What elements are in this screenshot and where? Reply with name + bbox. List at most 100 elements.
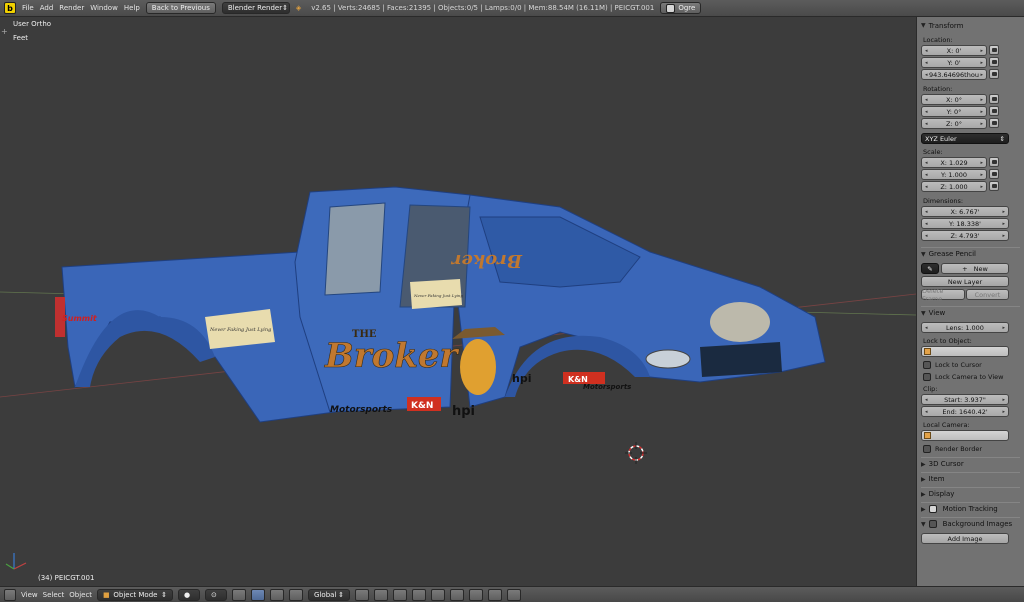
grease-pencil-new-button[interactable]: + New [941, 263, 1009, 274]
location-x-value: X: 0' [946, 46, 962, 55]
cube-icon [924, 432, 931, 439]
snap-toggle-icon[interactable] [450, 588, 465, 601]
background-images-title: Background Images [942, 520, 1013, 528]
lock-icon[interactable] [989, 181, 999, 191]
lock-to-cursor-checkbox[interactable]: Lock to Cursor [923, 361, 1020, 369]
mode-select[interactable]: ■ Object Mode ⇕ [97, 588, 174, 601]
lock-camera-checkbox[interactable]: Lock Camera to View [923, 373, 1020, 381]
dimensions-label: Dimensions: [923, 197, 964, 205]
render-engine-select[interactable]: Blender Render ⇕ [221, 2, 290, 14]
manipulator-toggle-icon[interactable] [232, 588, 247, 601]
location-y-field[interactable]: ◂ Y: 0' ▸ [921, 57, 987, 68]
skull-decal [460, 339, 496, 395]
orientation-select[interactable]: Global ⇕ [308, 588, 351, 601]
editor-type-icon[interactable] [4, 588, 16, 601]
scale-z-field[interactable]: ◂ Z: 1.000 ▸ [921, 181, 987, 192]
pencil-icon[interactable]: ✎ [921, 263, 939, 274]
dimension-y-field[interactable]: ◂ Y: 18.338' ▸ [921, 218, 1009, 229]
add-image-button[interactable]: Add Image [921, 533, 1009, 544]
menu-render[interactable]: Render [59, 4, 84, 12]
lock-icon[interactable] [989, 94, 999, 104]
motorsports-decal: Motorsports [330, 405, 393, 415]
rear-side-window [324, 202, 386, 296]
location-z-field[interactable]: ◂ 943.64696thou ▸ [921, 69, 987, 80]
menu-view[interactable]: View [21, 591, 38, 599]
arrow-right-icon: ▸ [980, 47, 983, 54]
dimension-z-field[interactable]: ◂ Z: 4.793' ▸ [921, 230, 1009, 241]
lock-icon[interactable] [989, 69, 999, 79]
clip-end-field[interactable]: ◂ End: 1640.42' ▸ [921, 406, 1009, 417]
menu-help[interactable]: Help [124, 4, 140, 12]
layer-2-icon[interactable] [374, 588, 389, 601]
arrow-right-icon: ▸ [1002, 220, 1005, 227]
arrow-left-icon: ◂ [925, 71, 928, 78]
broker-decal-windshield: Broker [450, 250, 523, 271]
rotation-mode-select[interactable]: XYZ Euler ⇕ [921, 133, 1009, 144]
snap-element-icon[interactable] [469, 588, 484, 601]
lock-icon[interactable] [989, 45, 999, 55]
shading-select[interactable]: ● [178, 588, 201, 601]
transform-header[interactable]: ▼ Transform [921, 19, 1020, 32]
blender-logo-icon[interactable]: b [4, 2, 16, 14]
lock-object-field[interactable] [921, 346, 1009, 357]
menu-select[interactable]: Select [43, 591, 65, 599]
3d-viewport[interactable]: User Ortho Feet + THE Broker Broker Moto… [0, 17, 916, 586]
view-header[interactable]: ▼ View [921, 306, 1020, 319]
scale-y-field[interactable]: ◂ Y: 1.000 ▸ [921, 169, 987, 180]
render-preview-icon[interactable] [488, 588, 503, 601]
rotate-manipulator-icon[interactable] [270, 588, 285, 601]
arrow-left-icon: ◂ [925, 96, 928, 103]
lock-icon[interactable] [989, 157, 999, 167]
translate-manipulator-icon[interactable] [251, 588, 266, 601]
pivot-select[interactable]: ⊙ [205, 588, 228, 601]
blender-version-icon: ◈ [295, 4, 302, 12]
plus-icon: + [962, 264, 968, 273]
grease-pencil-header[interactable]: ▼ Grease Pencil [921, 247, 1020, 260]
menu-window[interactable]: Window [90, 4, 118, 12]
arrow-left-icon: ◂ [925, 159, 928, 166]
ogre-toggle[interactable]: Ogre [660, 2, 702, 14]
checkbox-icon[interactable] [928, 520, 937, 528]
lens-field[interactable]: ◂ Lens: 1.000 ▸ [921, 322, 1009, 333]
lock-icon[interactable] [989, 106, 999, 116]
local-camera-field[interactable] [921, 430, 1009, 441]
menu-add[interactable]: Add [40, 4, 54, 12]
lock-icon[interactable] [989, 169, 999, 179]
scale-x-field[interactable]: ◂ X: 1.029 ▸ [921, 157, 987, 168]
arrow-right-icon: ▸ [980, 59, 983, 66]
3d-cursor-header[interactable]: ▶ 3D Cursor [921, 457, 1020, 470]
truck-body [55, 186, 826, 423]
lock-icon[interactable] [989, 118, 999, 128]
scroll-text: Never Faking Just Lying [209, 327, 271, 333]
motion-tracking-header[interactable]: ▶ Motion Tracking [921, 502, 1020, 515]
back-to-previous-button[interactable]: Back to Previous [145, 2, 216, 14]
rotation-y-field[interactable]: ◂ Y: 0° ▸ [921, 106, 987, 117]
new-layer-button[interactable]: New Layer [921, 276, 1009, 287]
checkbox-icon[interactable] [928, 505, 937, 513]
lens-value: Lens: 1.000 [946, 323, 984, 332]
lock-icon[interactable] [989, 57, 999, 67]
location-x-field[interactable]: ◂ X: 0' ▸ [921, 45, 987, 56]
cube-icon [924, 348, 931, 355]
lock-layers-icon[interactable] [412, 588, 427, 601]
layer-1-icon[interactable] [355, 588, 370, 601]
arrow-left-icon: ◂ [925, 183, 928, 190]
delete-frame-button[interactable]: Delete Frame [921, 287, 965, 303]
rotation-x-field[interactable]: ◂ X: 0° ▸ [921, 94, 987, 105]
menu-object[interactable]: Object [69, 591, 92, 599]
rotation-z-field[interactable]: ◂ Z: 0° ▸ [921, 118, 987, 129]
dimension-x-field[interactable]: ◂ X: 6.767' ▸ [921, 206, 1009, 217]
background-images-header[interactable]: ▼ Background Images [921, 517, 1020, 530]
clip-start-field[interactable]: ◂ Start: 3.937" ▸ [921, 394, 1009, 405]
scale-manipulator-icon[interactable] [289, 588, 304, 601]
layer-3-icon[interactable] [393, 588, 408, 601]
menu-file[interactable]: File [22, 4, 34, 12]
opengl-render-icon[interactable] [507, 588, 522, 601]
display-header[interactable]: ▶ Display [921, 487, 1020, 500]
arrow-right-icon: ▸ [980, 183, 983, 190]
convert-button[interactable]: Convert [966, 289, 1009, 300]
item-header[interactable]: ▶ Item [921, 472, 1020, 485]
triangle-right-icon: ▶ [921, 505, 926, 513]
render-border-checkbox[interactable]: Render Border [923, 445, 1020, 453]
proportional-edit-icon[interactable] [431, 588, 446, 601]
